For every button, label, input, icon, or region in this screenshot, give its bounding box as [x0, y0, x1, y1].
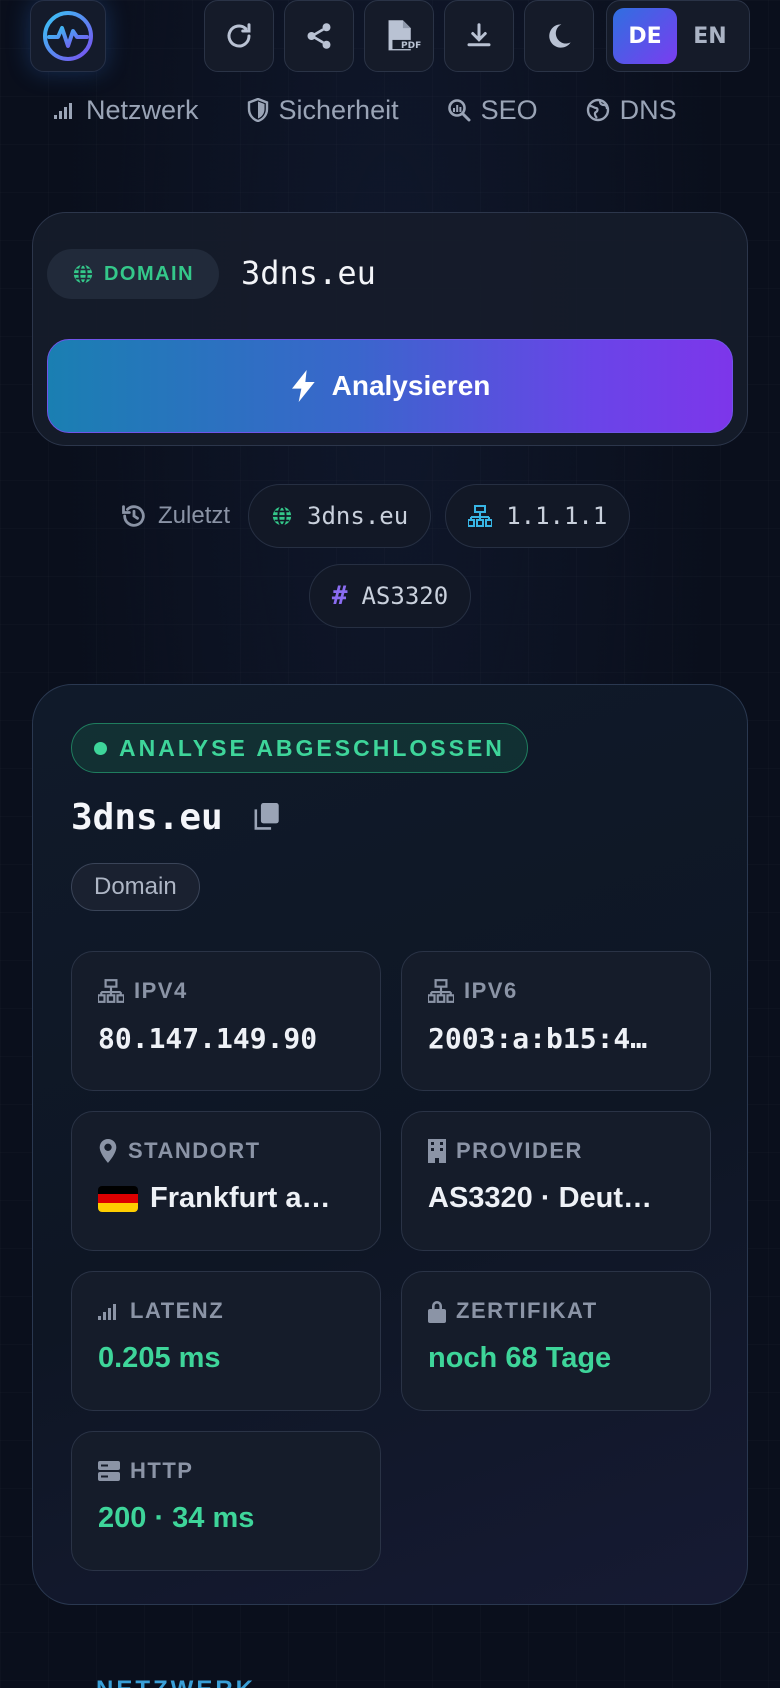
latency-tile: LATENZ 0.205 ms	[71, 1271, 381, 1411]
ipv6-tile: IPV6 2003:a:b15:4…	[401, 951, 711, 1091]
language-switch: DE EN	[606, 0, 750, 72]
reload-button[interactable]	[204, 0, 274, 72]
history-icon	[122, 505, 145, 527]
recent-label: Zuletzt	[158, 502, 231, 529]
ipv4-tile: IPV4 80.147.149.90	[71, 951, 381, 1091]
search-chart-icon	[447, 99, 471, 122]
lock-icon	[428, 1301, 446, 1323]
recent-searches-row2: # AS3320	[0, 564, 780, 628]
globe-icon	[272, 505, 292, 527]
language-en-button[interactable]: EN	[677, 24, 743, 49]
signal-bars-icon	[98, 1304, 116, 1320]
tile-header: IPV4	[98, 978, 354, 1004]
tile-label: LATENZ	[130, 1298, 225, 1323]
tile-header: STANDORT	[98, 1138, 354, 1164]
status-badge: ANALYSE ABGESCHLOSSEN	[71, 723, 528, 773]
map-pin-icon	[99, 1139, 117, 1163]
share-icon	[307, 23, 331, 49]
tile-label: IPV6	[464, 978, 518, 1003]
download-button[interactable]	[444, 0, 514, 72]
network-icon	[98, 979, 124, 1003]
certificate-tile: ZERTIFIKAT noch 68 Tage	[401, 1271, 711, 1411]
result-type-badge: Domain	[71, 863, 200, 911]
nav-label: Sicherheit	[278, 94, 399, 125]
recent-item[interactable]: 3dns.eu	[248, 484, 432, 548]
tile-header: PROVIDER	[428, 1138, 684, 1164]
result-title-row: 3dns.eu	[71, 789, 279, 845]
tile-label: HTTP	[130, 1458, 194, 1483]
nav-label: DNS	[619, 94, 677, 125]
signal-bars-icon	[54, 103, 72, 119]
provider-tile: PROVIDER AS3320 · Deut…	[401, 1111, 711, 1251]
status-label: ANALYSE ABGESCHLOSSEN	[119, 734, 505, 761]
tile-header: IPV6	[428, 978, 684, 1004]
pdf-export-button[interactable]: PDF	[364, 0, 434, 72]
certificate-value: noch 68 Tage	[428, 1342, 612, 1374]
recent-item[interactable]: 1.1.1.1	[445, 484, 631, 548]
provider-value: AS3320 · Deut…	[428, 1182, 684, 1215]
download-icon	[467, 23, 491, 47]
language-de-button[interactable]: DE	[613, 8, 677, 64]
analyze-label: Analysieren	[331, 370, 491, 401]
nav-item-dns[interactable]: DNS	[586, 95, 677, 126]
analyze-button[interactable]: Analysieren	[47, 339, 733, 433]
recent-item-label: AS3320	[361, 582, 449, 610]
tile-label: ZERTIFIKAT	[456, 1298, 598, 1323]
nav-item-netzwerk[interactable]: Netzwerk	[54, 95, 199, 126]
http-value: 200 · 34 ms	[98, 1502, 255, 1534]
http-tile: HTTP 200 · 34 ms	[71, 1431, 381, 1571]
moon-icon	[549, 24, 571, 48]
tile-header: ZERTIFIKAT	[428, 1298, 684, 1324]
tile-label: IPV4	[134, 978, 188, 1003]
provider-text: AS3320 · Deut…	[428, 1182, 653, 1214]
refresh-icon	[227, 23, 251, 48]
ipv4-value: 80.147.149.90	[98, 1022, 318, 1055]
result-card: ANALYSE ABGESCHLOSSEN 3dns.eu Domain IPV…	[32, 684, 748, 1605]
copy-icon[interactable]	[253, 803, 279, 831]
shield-icon	[247, 98, 268, 122]
tile-header: LATENZ	[98, 1298, 354, 1324]
result-title: 3dns.eu	[71, 796, 223, 838]
status-dot-icon	[94, 741, 107, 755]
network-icon	[428, 979, 454, 1003]
lightning-icon	[291, 370, 315, 402]
top-bar: PDF DE EN	[30, 0, 750, 72]
pulse-logo-icon	[43, 11, 93, 61]
domain-input[interactable]	[241, 241, 721, 305]
recent-item-label: 3dns.eu	[307, 502, 409, 530]
share-button[interactable]	[284, 0, 354, 72]
pdf-label: PDF	[401, 41, 422, 51]
globe-icon	[586, 98, 609, 122]
nav-label: Netzwerk	[86, 94, 199, 125]
recent-item[interactable]: # AS3320	[308, 564, 472, 628]
network-icon	[468, 505, 493, 527]
nav-item-seo[interactable]: SEO	[447, 95, 538, 126]
germany-flag-icon	[98, 1185, 138, 1212]
next-section-heading: NETZWERK	[96, 1676, 256, 1688]
recent-heading: Zuletzt	[120, 502, 230, 530]
app-logo[interactable]	[30, 0, 106, 72]
location-text: Frankfurt a…	[150, 1182, 331, 1214]
nav-label: SEO	[480, 94, 538, 125]
tile-header: HTTP	[98, 1458, 354, 1484]
location-value: Frankfurt a…	[98, 1182, 354, 1215]
location-tile: STANDORT Frankfurt a…	[71, 1111, 381, 1251]
building-icon	[428, 1139, 446, 1163]
tile-label: STANDORT	[128, 1138, 261, 1163]
section-nav: Netzwerk Sicherheit SEO DNS	[54, 88, 780, 132]
ipv6-value: 2003:a:b15:4…	[428, 1022, 648, 1055]
globe-icon	[73, 263, 93, 285]
recent-item-label: 1.1.1.1	[506, 502, 608, 530]
theme-toggle-button[interactable]	[524, 0, 594, 72]
tile-label: PROVIDER	[456, 1138, 583, 1163]
input-type-selector[interactable]: DOMAIN	[47, 249, 219, 299]
server-icon	[98, 1461, 120, 1481]
recent-searches: Zuletzt 3dns.eu 1.1.1.1	[120, 484, 631, 548]
hash-icon: #	[331, 581, 348, 611]
search-card: DOMAIN Analysieren	[32, 212, 748, 446]
input-type-label: DOMAIN	[103, 262, 195, 285]
nav-item-sicherheit[interactable]: Sicherheit	[247, 95, 399, 126]
latency-value: 0.205 ms	[98, 1342, 221, 1374]
